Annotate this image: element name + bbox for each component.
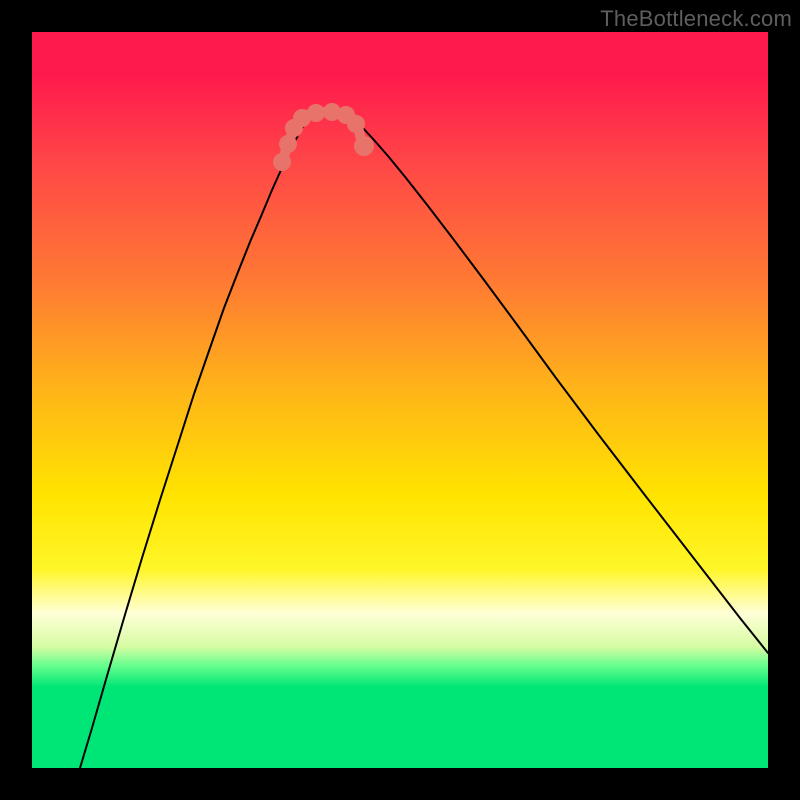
dot-right-2 (354, 136, 374, 156)
watermark-text: TheBottleneck.com (600, 6, 792, 32)
dot-right-1 (347, 115, 365, 133)
chart-curves (80, 112, 768, 768)
dot-mid-1 (307, 104, 325, 122)
chart-plot-area (32, 32, 768, 768)
series-left-curve (80, 119, 308, 768)
dot-left-2 (279, 135, 297, 153)
outer-frame: TheBottleneck.com (0, 0, 800, 800)
series-right-curve (354, 120, 768, 653)
chart-svg (32, 32, 768, 768)
dot-left-1 (273, 153, 291, 171)
